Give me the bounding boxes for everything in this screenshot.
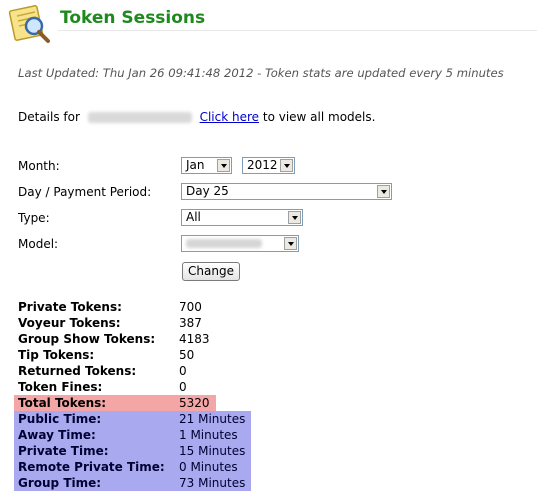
stat-row-voyeur-tokens: Voyeur Tokens: 387 (18, 316, 202, 330)
type-select-value: All (186, 210, 201, 224)
year-select-value: 2012 (247, 158, 278, 172)
stat-row-remote-private-time: Remote Private Time: 0 Minutes (14, 459, 251, 475)
chevron-down-icon (280, 159, 293, 172)
redacted-model-value (186, 239, 262, 248)
redacted-model-name (87, 112, 192, 123)
stat-row-public-time: Public Time: 21 Minutes (14, 411, 251, 427)
model-label: Model: (18, 237, 59, 251)
stat-row-tip-tokens: Tip Tokens: 50 (18, 348, 195, 362)
model-select[interactable] (181, 235, 299, 252)
day-period-select[interactable]: Day 25 (181, 183, 392, 200)
change-button[interactable]: Change (182, 262, 240, 281)
page-header: Token Sessions (0, 0, 537, 43)
chevron-down-icon (288, 211, 301, 224)
month-select-value: Jan (186, 158, 205, 172)
type-select[interactable]: All (181, 209, 303, 226)
title-divider (58, 30, 537, 31)
stat-row-private-tokens: Private Tokens: 700 (18, 300, 202, 314)
stat-row-returned-tokens: Returned Tokens: 0 (18, 364, 187, 378)
chevron-down-icon (284, 237, 297, 250)
page-title: Token Sessions (60, 8, 206, 28)
month-label: Month: (18, 159, 60, 173)
last-updated-text: Last Updated: Thu Jan 26 09:41:48 2012 -… (18, 66, 504, 80)
stat-row-private-time: Private Time: 15 Minutes (14, 443, 251, 459)
details-line: Details for Click here to view all model… (18, 110, 375, 124)
token-stats: Private Tokens: 700 Voyeur Tokens: 387 Gro… (14, 299, 251, 491)
view-all-models-link[interactable]: Click here (200, 110, 259, 124)
stat-row-away-time: Away Time: 1 Minutes (14, 427, 251, 443)
month-select[interactable]: Jan (181, 157, 232, 174)
chevron-down-icon (377, 185, 390, 198)
type-label: Type: (18, 211, 50, 225)
details-suffix: to view all models. (262, 110, 376, 124)
day-period-select-value: Day 25 (186, 184, 229, 198)
day-period-label: Day / Payment Period: (18, 185, 152, 199)
stat-row-total-tokens: Total Tokens: 5320 (14, 395, 216, 411)
notepad-magnifier-icon (8, 5, 50, 43)
chevron-down-icon (217, 159, 230, 172)
stat-row-group-show-tokens: Group Show Tokens: 4183 (18, 332, 210, 346)
year-select[interactable]: 2012 (242, 157, 295, 174)
stat-row-group-time: Group Time: 73 Minutes (14, 475, 251, 491)
details-prefix: Details for (18, 110, 80, 124)
stat-row-token-fines: Token Fines: 0 (18, 380, 187, 394)
